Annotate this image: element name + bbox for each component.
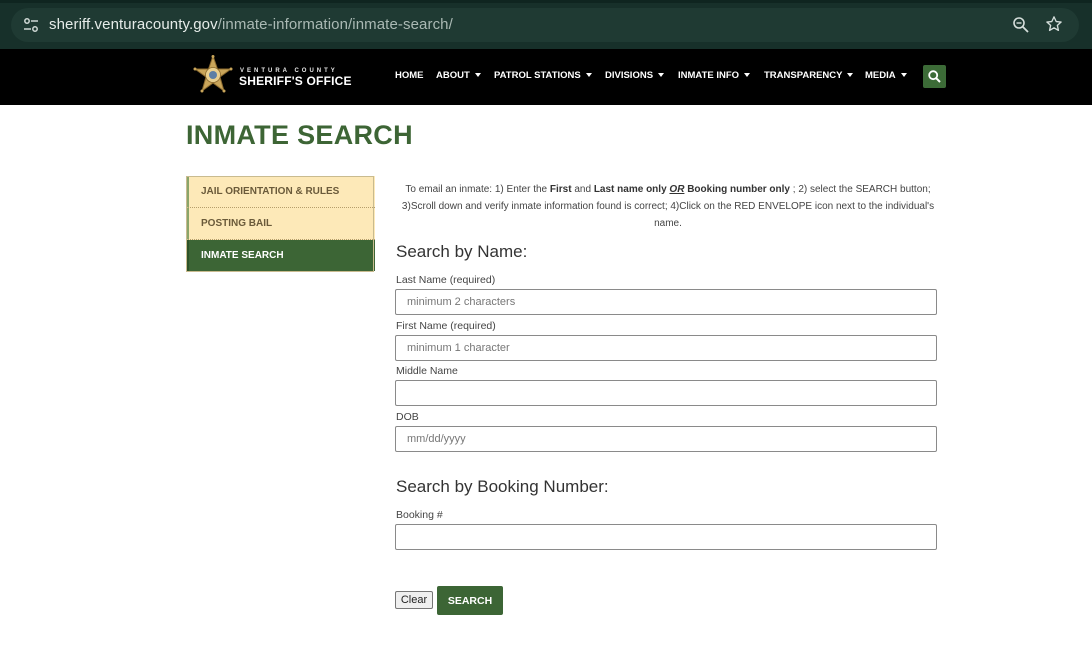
- nav-transparency-label: TRANSPARENCY: [764, 70, 843, 81]
- caret-down-icon: [585, 73, 592, 77]
- last-name-field[interactable]: [395, 289, 937, 315]
- search-by-name-heading: Search by Name:: [396, 242, 528, 261]
- nav-about-label: ABOUT: [436, 70, 470, 81]
- instructions-text: To email an inmate: 1) Enter the: [405, 184, 550, 195]
- dob-field[interactable]: [395, 426, 937, 452]
- search-icon: [928, 70, 941, 83]
- last-name-input[interactable]: [396, 290, 936, 314]
- sidebar-item-jail-orientation[interactable]: JAIL ORIENTATION & RULES: [186, 176, 375, 208]
- booking-number-input[interactable]: [396, 525, 936, 549]
- nav-about[interactable]: ABOUT: [436, 70, 481, 81]
- instructions-first: First: [549, 184, 572, 195]
- first-name-input[interactable]: [396, 336, 936, 360]
- caret-down-icon: [658, 73, 665, 77]
- address-bar[interactable]: sheriff.venturacounty.gov/inmate-informa…: [11, 8, 1079, 42]
- clear-button[interactable]: Clear: [395, 591, 433, 609]
- first-name-field[interactable]: [395, 335, 937, 361]
- booking-number-label: Booking #: [396, 509, 443, 521]
- sidebar-item-posting-bail[interactable]: POSTING BAIL: [186, 208, 375, 240]
- dob-label: DOB: [396, 411, 419, 423]
- email-instructions: To email an inmate: 1) Enter the First a…: [396, 181, 940, 232]
- search-by-booking-heading: Search by Booking Number:: [396, 477, 609, 496]
- site-logo[interactable]: VENTURA COUNTY SHERIFF'S OFFICE: [193, 54, 353, 99]
- sidebar-item-inmate-search[interactable]: INMATE SEARCH: [186, 240, 375, 271]
- search-submit-button[interactable]: SEARCH: [437, 586, 503, 615]
- instructions-booking-only: Booking number only: [687, 184, 790, 195]
- instructions-last-name-only: Last name only: [593, 184, 667, 195]
- first-name-label: First Name (required): [396, 320, 496, 332]
- nav-inmate-info-label: INMATE INFO: [678, 70, 740, 81]
- nav-patrol-stations[interactable]: PATROL STATIONS: [494, 70, 592, 81]
- sidebar-item-label: POSTING BAIL: [201, 218, 273, 229]
- site-header: VENTURA COUNTY SHERIFF'S OFFICE HOME ABO…: [0, 49, 1092, 105]
- sidebar-item-label: INMATE SEARCH: [201, 250, 284, 261]
- nav-divisions[interactable]: DIVISIONS: [605, 70, 665, 81]
- instructions-and: and: [571, 184, 594, 195]
- nav-inmate-info[interactable]: INMATE INFO: [678, 70, 751, 81]
- sheriff-star-icon: [193, 54, 233, 99]
- nav-transparency[interactable]: TRANSPARENCY: [764, 70, 854, 81]
- tab-strip-edge: [0, 0, 1092, 3]
- nav-media-label: MEDIA: [865, 70, 896, 81]
- logo-title-text: SHERIFF'S OFFICE: [239, 74, 352, 88]
- booking-number-field[interactable]: [395, 524, 937, 550]
- nav-media[interactable]: MEDIA: [865, 70, 907, 81]
- sidebar-item-label: JAIL ORIENTATION & RULES: [201, 186, 340, 197]
- last-name-label: Last Name (required): [396, 274, 496, 286]
- zoom-icon[interactable]: [1012, 16, 1030, 34]
- instructions-or: OR: [669, 184, 685, 195]
- caret-down-icon: [744, 73, 751, 77]
- url-domain: sheriff.venturacounty.gov: [49, 16, 218, 33]
- nav-home-label: HOME: [395, 70, 424, 81]
- url-path: /inmate-information/inmate-search/: [217, 16, 453, 33]
- nav-home[interactable]: HOME: [395, 70, 424, 81]
- caret-down-icon: [474, 73, 481, 77]
- middle-name-label: Middle Name: [396, 365, 458, 377]
- caret-down-icon: [847, 73, 854, 77]
- dob-input[interactable]: [396, 427, 936, 451]
- sidebar-nav: JAIL ORIENTATION & RULES POSTING BAIL IN…: [186, 176, 375, 272]
- page-title: INMATE SEARCH: [186, 120, 413, 150]
- nav-divisions-label: DIVISIONS: [605, 70, 654, 81]
- url-text[interactable]: sheriff.venturacounty.gov/inmate-informa…: [49, 16, 453, 33]
- site-search-button[interactable]: [923, 65, 946, 88]
- middle-name-field[interactable]: [395, 380, 937, 406]
- site-info-icon[interactable]: [22, 17, 40, 33]
- nav-patrol-stations-label: PATROL STATIONS: [494, 70, 581, 81]
- caret-down-icon: [900, 73, 907, 77]
- bookmark-star-icon[interactable]: [1045, 15, 1063, 33]
- browser-toolbar: sheriff.venturacounty.gov/inmate-informa…: [0, 0, 1092, 49]
- middle-name-input[interactable]: [396, 381, 936, 405]
